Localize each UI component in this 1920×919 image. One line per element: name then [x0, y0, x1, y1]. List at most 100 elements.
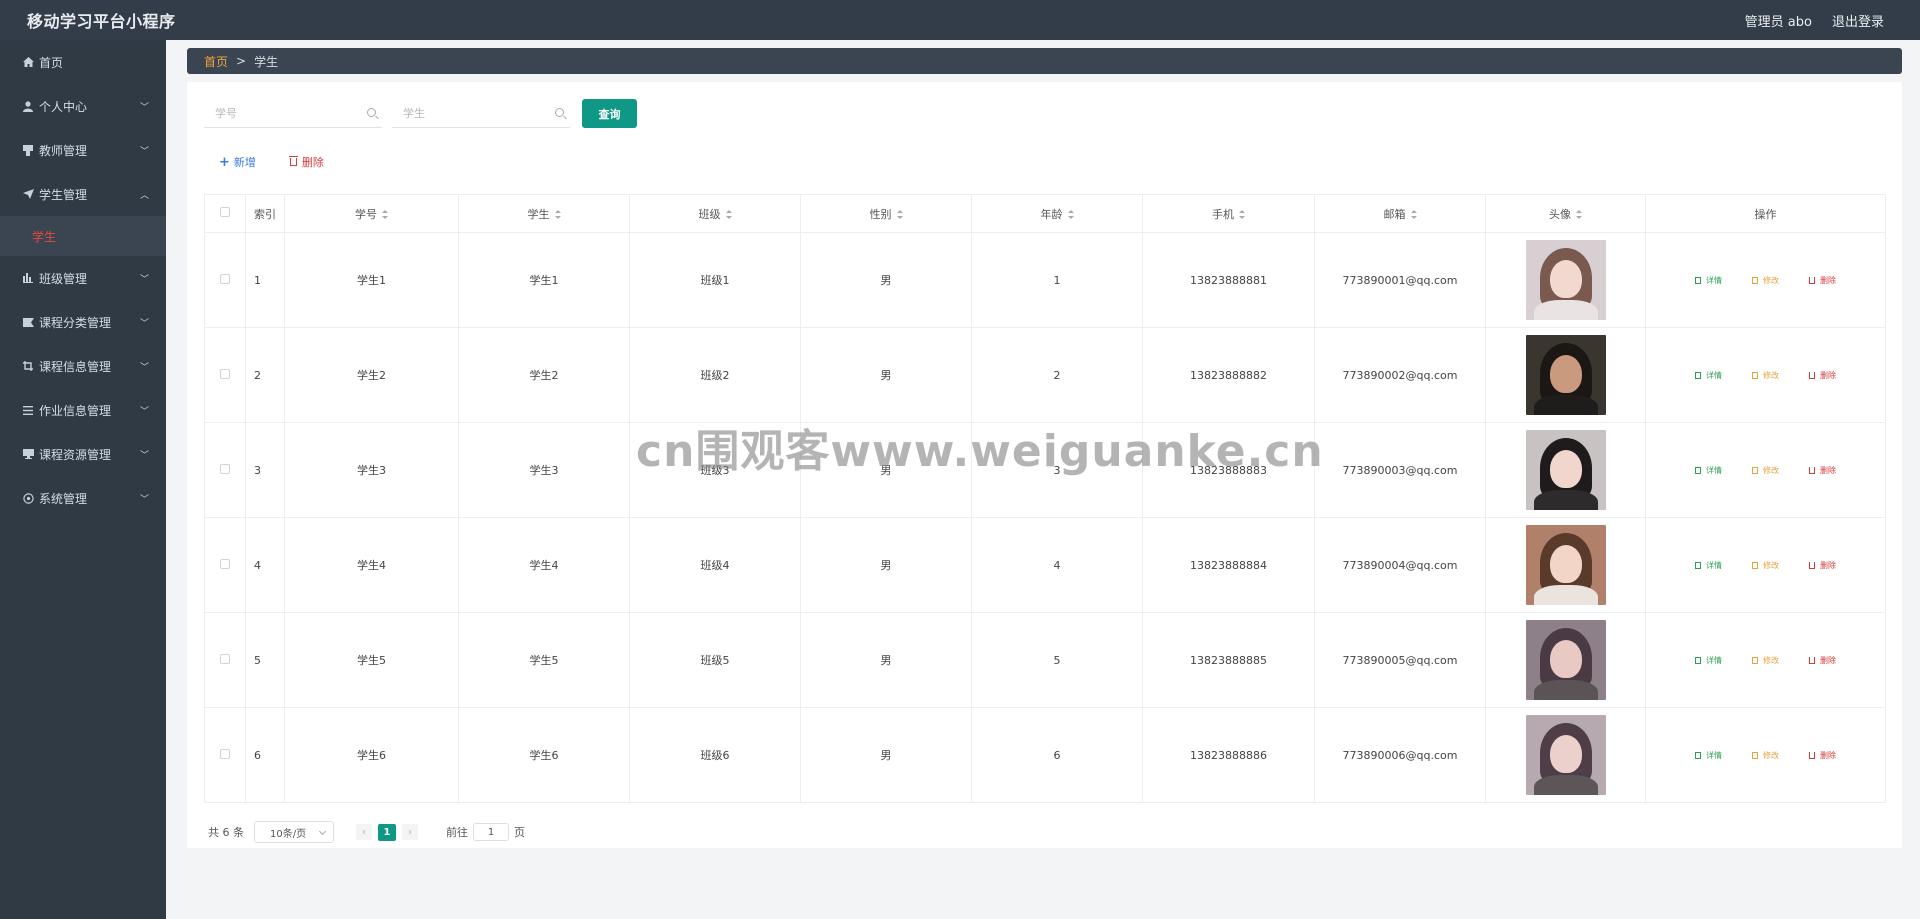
column-header-email[interactable]: 邮箱 — [1314, 194, 1486, 233]
batch-delete-button[interactable]: 删除 — [288, 154, 324, 170]
cell-actions: 详情 修改 删除 — [1645, 612, 1886, 708]
sort-icon[interactable] — [725, 210, 732, 219]
settings-icon — [18, 492, 38, 504]
detail-button[interactable]: 详情 — [1695, 560, 1722, 571]
goto-page-input[interactable] — [473, 823, 509, 841]
delete-button[interactable]: 删除 — [1809, 655, 1836, 666]
sidebar-item-teachers[interactable]: 教师管理 ﹀ — [0, 128, 166, 172]
breadcrumb-home-link[interactable]: 首页 — [204, 53, 228, 70]
sidebar-subitem-students[interactable]: 学生 — [0, 216, 166, 256]
edit-label: 修改 — [1763, 750, 1779, 760]
sort-icon[interactable] — [554, 210, 561, 219]
sidebar-item-course-resources[interactable]: 课程资源管理 ﹀ — [0, 432, 166, 476]
edit-button[interactable]: 修改 — [1752, 750, 1779, 761]
sort-icon[interactable] — [1067, 210, 1074, 219]
avatar[interactable] — [1525, 335, 1606, 415]
avatar[interactable] — [1525, 430, 1606, 510]
cell-student-name: 学生5 — [458, 612, 630, 708]
sidebar-item-classes[interactable]: 班级管理 ﹀ — [0, 256, 166, 300]
row-checkbox[interactable] — [220, 273, 230, 284]
sort-icon[interactable] — [1239, 210, 1245, 219]
cell-class: 班级3 — [629, 422, 801, 518]
sort-icon[interactable] — [382, 210, 388, 219]
delete-label: 删除 — [1820, 370, 1836, 380]
cell-email: 773890002@qq.com — [1314, 327, 1486, 423]
row-checkbox[interactable] — [220, 368, 230, 379]
row-checkbox[interactable] — [220, 463, 230, 474]
student-no-input[interactable] — [204, 99, 382, 127]
detail-button[interactable]: 详情 — [1695, 750, 1722, 761]
delete-button[interactable]: 删除 — [1809, 750, 1836, 761]
delete-button[interactable]: 删除 — [1809, 560, 1836, 571]
delete-button[interactable]: 删除 — [1809, 465, 1836, 476]
cell-student-name: 学生3 — [458, 422, 630, 518]
breadcrumb-current: 学生 — [254, 54, 279, 69]
detail-button[interactable]: 详情 — [1695, 655, 1722, 666]
sidebar-item-home[interactable]: 首页 — [0, 40, 166, 84]
column-header-gender[interactable]: 性别 — [800, 194, 972, 233]
cell-gender: 男 — [800, 707, 972, 803]
detail-button[interactable]: 详情 — [1695, 370, 1722, 381]
cell-student-no: 学生3 — [284, 422, 459, 518]
avatar[interactable] — [1525, 715, 1606, 795]
delete-button[interactable]: 删除 — [1809, 370, 1836, 381]
student-name-input[interactable] — [392, 99, 570, 127]
cell-avatar — [1485, 232, 1646, 328]
column-header-avatar[interactable]: 头像 — [1485, 194, 1646, 233]
select-all-checkbox[interactable] — [220, 207, 230, 217]
row-checkbox[interactable] — [220, 748, 230, 759]
query-button[interactable]: 查询 — [582, 99, 637, 128]
sort-icon[interactable] — [1410, 210, 1417, 219]
sidebar-item-course-info[interactable]: 课程信息管理 ﹀ — [0, 344, 166, 388]
row-checkbox[interactable] — [220, 558, 230, 569]
avatar[interactable] — [1525, 240, 1606, 320]
edit-button[interactable]: 修改 — [1752, 465, 1779, 476]
sidebar-item-profile[interactable]: 个人中心 ﹀ — [0, 84, 166, 128]
column-header-student-no[interactable]: 学号 — [284, 194, 459, 233]
row-actions: 详情 修改 删除 — [1646, 750, 1885, 761]
avatar[interactable] — [1525, 620, 1606, 700]
sidebar-item-system[interactable]: 系统管理 ﹀ — [0, 476, 166, 520]
cell-index: 1 — [245, 232, 285, 328]
cell-avatar — [1485, 707, 1646, 803]
edit-button[interactable]: 修改 — [1752, 370, 1779, 381]
edit-button[interactable]: 修改 — [1752, 275, 1779, 286]
edit-label: 修改 — [1763, 655, 1779, 665]
column-header-label: 头像 — [1549, 207, 1571, 221]
column-header-student-name[interactable]: 学生 — [458, 194, 630, 233]
add-button[interactable]: + 新增 — [219, 154, 256, 170]
sidebar-item-homework[interactable]: 作业信息管理 ﹀ — [0, 388, 166, 432]
plus-icon: + — [219, 154, 230, 170]
content-panel: 查询 + 新增 删除 索引 学号 学生 班级 — [187, 82, 1902, 848]
column-header-index: 索引 — [245, 194, 285, 233]
column-header-phone[interactable]: 手机 — [1142, 194, 1315, 233]
avatar[interactable] — [1525, 525, 1606, 605]
edit-label: 修改 — [1763, 465, 1779, 475]
cell-avatar — [1485, 327, 1646, 423]
sidebar-item-students[interactable]: 学生管理 ︿ — [0, 172, 166, 216]
detail-button[interactable]: 详情 — [1695, 275, 1722, 286]
next-page-button[interactable]: › — [402, 824, 418, 840]
cell-email: 773890004@qq.com — [1314, 517, 1486, 613]
column-header-age[interactable]: 年龄 — [971, 194, 1143, 233]
column-header-class[interactable]: 班级 — [629, 194, 801, 233]
detail-label: 详情 — [1706, 275, 1722, 285]
sort-icon[interactable] — [896, 210, 903, 219]
logout-link[interactable]: 退出登录 — [1832, 11, 1884, 30]
row-checkbox[interactable] — [220, 653, 230, 664]
detail-button[interactable]: 详情 — [1695, 465, 1722, 476]
delete-button[interactable]: 删除 — [1809, 275, 1836, 286]
edit-button[interactable]: 修改 — [1752, 560, 1779, 571]
sidebar-item-course-categories[interactable]: 课程分类管理 ﹀ — [0, 300, 166, 344]
sort-icon[interactable] — [1576, 210, 1582, 219]
column-header-label: 学号 — [355, 207, 377, 221]
detail-label: 详情 — [1706, 370, 1722, 380]
avatar-face — [1549, 355, 1582, 393]
prev-page-button[interactable]: ‹ — [356, 824, 372, 840]
page-number-button[interactable]: 1 — [378, 823, 396, 841]
column-header-label: 年龄 — [1040, 207, 1063, 221]
user-icon — [18, 100, 38, 112]
page-size-select[interactable]: 10条/页 — [254, 821, 334, 843]
edit-button[interactable]: 修改 — [1752, 655, 1779, 666]
document-icon — [1695, 656, 1701, 664]
